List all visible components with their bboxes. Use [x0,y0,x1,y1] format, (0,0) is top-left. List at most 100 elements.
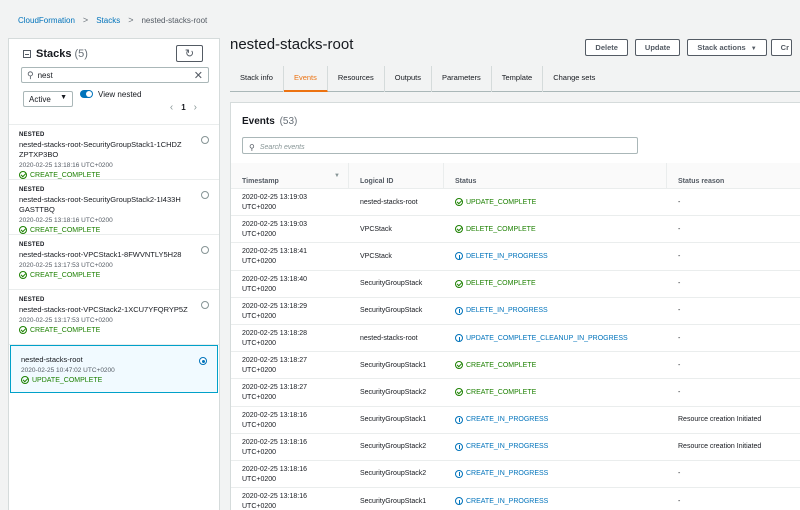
check-circle-icon [455,198,463,207]
next-page-icon[interactable]: › [194,102,197,113]
stack-list-item[interactable]: NESTED nested-stacks-root-SecurityGroupS… [9,125,219,180]
clear-icon[interactable]: ✕ [194,69,203,82]
event-status-text: DELETE_IN_PROGRESS [466,307,548,315]
tab-events[interactable]: Events [283,66,328,92]
info-circle-icon [455,442,463,451]
status-cell: DELETE_COMPLETE [444,271,667,297]
prev-page-icon[interactable]: ‹ [170,102,173,113]
table-row: 2020-02-25 13:18:16 UTC+0200 SecurityGroup… [231,407,800,434]
stacks-title-text: Stacks [36,48,72,60]
info-circle-icon [455,497,463,506]
tab-template[interactable]: Template [492,66,544,92]
timestamp-date: 2020-02-25 13:18:16 [242,465,307,473]
stack-list-item[interactable]: NESTED nested-stacks-root-VPCStack1-8FWV… [9,235,219,290]
stack-radio[interactable] [201,191,209,199]
event-status-text: DELETE_IN_PROGRESS [466,252,548,260]
timestamp-cell: 2020-02-25 13:18:27 UTC+0200 [231,352,349,378]
caret-down-icon: ▼ [60,94,67,101]
status-reason-cell: - [678,388,681,396]
events-search-input[interactable]: ⚲ Search events [242,137,638,154]
tab-change-sets[interactable]: Change sets [543,66,605,92]
stacks-panel-header: Stacks (5) ↻ ⚲ nest ✕ Active ▼ View nest… [9,39,219,125]
stacks-search-value: nest [37,70,53,80]
info-circle-icon [455,415,463,424]
status-reason-cell: - [678,361,681,369]
stack-radio[interactable] [201,246,209,254]
tab-stack-info[interactable]: Stack info [230,66,284,92]
stack-radio[interactable] [201,301,209,309]
timestamp-date: 2020-02-25 13:18:27 [242,357,307,365]
refresh-button[interactable]: ↻ [176,45,203,62]
check-circle-icon [19,271,27,279]
nested-tag: NESTED [19,242,45,248]
stack-list-item[interactable]: NESTED nested-stacks-root-SecurityGroupS… [9,180,219,235]
delete-button[interactable]: Delete [585,39,628,56]
breadcrumb-stacks[interactable]: Stacks [96,16,120,25]
timestamp-cell: 2020-02-25 13:18:40 UTC+0200 [231,271,349,297]
tab-resources[interactable]: Resources [328,66,385,92]
timestamp-cell: 2020-02-25 13:18:16 UTC+0200 [231,461,349,487]
info-circle-icon [455,469,463,478]
status-cell: DELETE_IN_PROGRESS [444,298,667,324]
tab-parameters[interactable]: Parameters [432,66,492,92]
info-circle-icon [455,252,463,261]
pagination: ‹ 1 › [162,102,205,113]
column-header-status-reason[interactable]: Status reason [667,163,800,189]
stacks-title: Stacks (5) [23,48,88,60]
stack-list-item[interactable]: NESTED nested-stacks-root-VPCStack2-1XCU… [9,290,219,345]
table-row: 2020-02-25 13:19:03 UTC+0200 nested-stacks… [231,189,800,217]
breadcrumb-cloudformation[interactable]: CloudFormation [18,16,75,25]
event-status-text: CREATE_IN_PROGRESS [466,416,549,424]
column-header-logical-id[interactable]: Logical ID [349,163,444,189]
timestamp-date: 2020-02-25 13:18:16 [242,411,307,419]
stack-list-item-selected[interactable]: nested-stacks-root 2020-02-25 10:47:02 U… [10,345,218,393]
stack-actions-label: Stack actions [697,43,746,52]
stack-time: 2020-02-25 13:17:53 UTC+0200 [19,262,113,269]
status-reason-cell: - [678,470,681,478]
stack-radio-selected[interactable] [199,357,207,365]
create-stack-button[interactable]: Cr [770,39,792,56]
check-circle-icon [19,226,27,234]
timestamp-tz: UTC+0200 [242,258,277,266]
timestamp-tz: UTC+0200 [242,285,277,293]
timestamp-tz: UTC+0200 [242,339,277,347]
update-button[interactable]: Update [634,39,681,56]
check-circle-icon [455,388,463,397]
stack-time: 2020-02-25 13:17:53 UTC+0200 [19,317,113,324]
event-status: DELETE_IN_PROGRESS [455,252,548,261]
event-status-text: CREATE_IN_PROGRESS [466,443,549,451]
check-circle-icon [455,361,463,370]
status-cell: CREATE_IN_PROGRESS [444,434,667,460]
status-cell: CREATE_COMPLETE [444,379,667,405]
stack-actions-button[interactable]: Stack actions ▼ [687,39,767,56]
timestamp-cell: 2020-02-25 13:18:16 UTC+0200 [231,488,349,510]
status-filter-select[interactable]: Active ▼ [23,91,73,107]
table-row: 2020-02-25 13:18:41 UTC+0200 VPCStack DELET… [231,243,800,271]
stack-time: 2020-02-25 10:47:02 UTC+0200 [21,367,115,374]
collapse-icon[interactable] [23,50,31,58]
column-header-status[interactable]: Status [444,163,667,189]
nested-tag: NESTED [19,132,45,138]
logical-id-cell: SecurityGroupStack2 [360,470,427,478]
column-header-timestamp[interactable]: Timestamp ▼ [231,163,349,189]
status-cell: UPDATE_COMPLETE [444,189,667,215]
stacks-search-input[interactable]: ⚲ nest ✕ [21,67,209,83]
stack-status: CREATE_COMPLETE [19,326,219,334]
tab-outputs[interactable]: Outputs [385,66,432,92]
status-cell: CREATE_IN_PROGRESS [444,407,667,433]
view-nested-toggle[interactable] [80,90,93,98]
status-filter-value: Active [29,95,51,104]
table-row: 2020-02-25 13:18:16 UTC+0200 SecurityGroup… [231,461,800,489]
status-reason-cell: - [678,497,681,505]
stack-status: CREATE_COMPLETE [19,271,219,279]
timestamp-date: 2020-02-25 13:18:28 [242,329,307,337]
event-status-text: CREATE_IN_PROGRESS [466,470,549,478]
status-cell: CREATE_IN_PROGRESS [444,461,667,487]
status-cell: UPDATE_COMPLETE_CLEANUP_IN_PROGRESS [444,325,667,351]
stacks-count: (5) [74,48,88,60]
event-status: CREATE_IN_PROGRESS [455,442,549,451]
timestamp-tz: UTC+0200 [242,231,277,239]
stack-status-text: CREATE_COMPLETE [30,226,101,234]
stack-radio[interactable] [201,136,209,144]
page-number[interactable]: 1 [181,103,185,112]
